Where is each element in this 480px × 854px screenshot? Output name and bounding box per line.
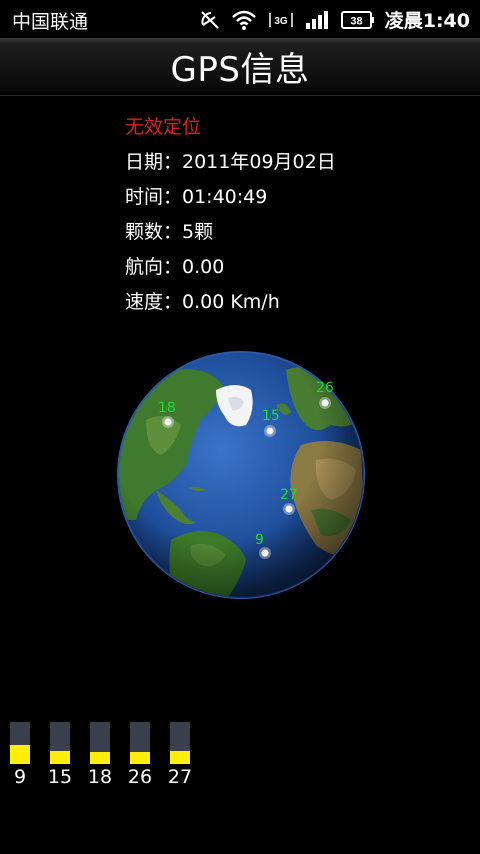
signal-bar: 27 <box>168 722 192 788</box>
signal-bar-track <box>50 722 70 764</box>
signal-bar-fill <box>50 751 70 764</box>
signal-bar-fill <box>130 752 150 764</box>
signal-strength-bars: 9 15 18 26 27 <box>10 722 192 788</box>
status-clock: 凌晨1:40 <box>384 10 470 32</box>
speed-row: 速度：0.00 Km/h <box>125 291 280 313</box>
date-row: 日期：2011年09月02日 <box>125 151 336 173</box>
fix-status: 无效定位 <box>125 116 202 138</box>
signal-bar-fill <box>170 751 190 764</box>
signal-bar-label: 18 <box>87 766 113 788</box>
gps-info-panel: 无效定位 日期：2011年09月02日 时间：01:40:49 颗数：5颗 航向… <box>125 113 336 323</box>
title-bar: GPS信息 <box>0 38 480 96</box>
3g-data-icon: 3G <box>267 9 295 31</box>
signal-bar-track <box>90 722 110 764</box>
satellite-count-row: 颗数：5颗 <box>125 221 214 243</box>
status-bar: 中国联通 3G 38 凌晨1:40 <box>0 0 480 38</box>
signal-bar-fill <box>10 745 30 764</box>
gps-off-icon <box>199 9 221 31</box>
signal-bar: 9 <box>10 722 30 788</box>
satellite-26-label: 26 <box>316 380 334 396</box>
globe-view: 18 15 26 27 9 <box>116 350 366 600</box>
carrier-name: 中国联通 <box>12 11 89 33</box>
battery-icon: 38 <box>340 9 375 31</box>
signal-bar-track <box>130 722 150 764</box>
signal-bar: 18 <box>88 722 112 788</box>
signal-bar-track <box>10 722 30 764</box>
satellite-15-label: 15 <box>262 408 280 424</box>
signal-bar-label: 27 <box>167 766 193 788</box>
cell-signal-icon <box>305 9 331 31</box>
time-row: 时间：01:40:49 <box>125 186 268 208</box>
signal-bar-fill <box>90 752 110 764</box>
signal-bar: 26 <box>128 722 152 788</box>
satellite-27-label: 27 <box>280 487 298 503</box>
signal-bar-track <box>170 722 190 764</box>
page-title: GPS信息 <box>170 50 310 90</box>
signal-bar-label: 15 <box>47 766 73 788</box>
satellite-18-label: 18 <box>158 400 176 416</box>
network-type-label: 3G <box>274 16 288 27</box>
signal-bar: 15 <box>48 722 72 788</box>
status-icons: 3G 38 凌晨1:40 <box>199 6 470 33</box>
satellite-9-label: 9 <box>255 532 264 548</box>
heading-row: 航向：0.00 <box>125 256 225 278</box>
wifi-icon <box>231 9 257 31</box>
signal-bar-label: 26 <box>127 766 153 788</box>
battery-level-label: 38 <box>350 15 362 27</box>
signal-bar-label: 9 <box>13 766 27 788</box>
